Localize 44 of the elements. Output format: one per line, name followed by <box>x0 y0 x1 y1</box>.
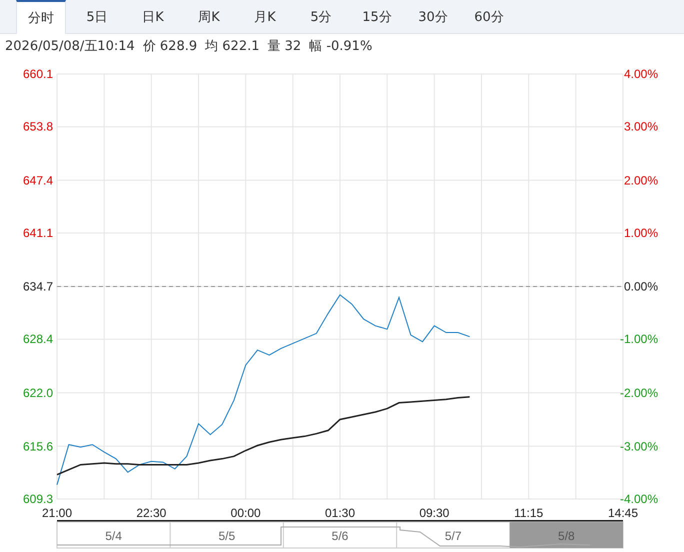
price-axis-label: 647.4 <box>22 173 53 188</box>
time-axis-label: 00:00 <box>230 506 261 520</box>
chart-tab[interactable]: 周K <box>184 0 234 33</box>
percent-axis-label: 1.00% <box>624 226 658 240</box>
price-axis-label: 641.1 <box>22 226 53 240</box>
price-axis-label: 609.3 <box>22 492 53 506</box>
time-axis-label: 21:00 <box>42 506 72 520</box>
quote-field: 价 628.9 <box>142 37 198 55</box>
time-axis-label: 01:30 <box>324 506 356 520</box>
price-axis-label: 660.1 <box>22 67 53 81</box>
percent-axis-label: -2.00% <box>620 386 658 400</box>
chart-tab[interactable]: 60分 <box>464 0 514 33</box>
chart-tab[interactable]: 15分 <box>352 0 402 33</box>
price-axis-label: 615.6 <box>22 439 53 454</box>
time-axis-label: 14:45 <box>608 506 638 520</box>
quote-field: 幅 -0.91% <box>309 37 372 55</box>
chart-tab[interactable]: 分时 <box>16 0 66 34</box>
quote-field: 均 622.1 <box>205 37 260 55</box>
chart-tab[interactable]: 30分 <box>408 0 458 33</box>
navigator-selection[interactable] <box>510 522 623 548</box>
percent-axis-label: -1.00% <box>620 332 658 346</box>
price-axis-label: 634.7 <box>22 280 53 294</box>
chart-tab[interactable]: 日K <box>128 0 178 33</box>
chart-tab[interactable]: 5分 <box>296 0 346 33</box>
time-axis-label: 11:15 <box>514 506 544 520</box>
navigator-day-label[interactable]: 5/4 <box>105 529 122 543</box>
percent-axis-label: 4.00% <box>624 67 658 81</box>
percent-axis-label: -3.00% <box>620 439 658 454</box>
datetime-text: 2026/05/08/五10:14 <box>5 38 135 55</box>
chart-tab[interactable]: 月K <box>240 0 290 33</box>
time-axis-label: 22:30 <box>136 506 166 520</box>
time-axis-label: 09:30 <box>419 506 450 520</box>
chart-tab[interactable]: 5日 <box>72 0 122 33</box>
navigator-day-label[interactable]: 5/5 <box>218 529 236 543</box>
price-axis-label: 628.4 <box>22 332 53 346</box>
percent-axis-label: 3.00% <box>624 120 658 134</box>
percent-axis-label: 0.00% <box>624 280 658 294</box>
price-axis-label: 622.0 <box>22 386 53 400</box>
navigator-day-label[interactable]: 5/7 <box>444 529 462 543</box>
price-axis-label: 653.8 <box>22 120 53 134</box>
percent-axis-label: 2.00% <box>624 173 658 188</box>
percent-axis-label: -4.00% <box>620 492 658 506</box>
quote-field: 量 32 <box>268 37 302 55</box>
navigator-day-label[interactable]: 5/6 <box>332 529 348 543</box>
